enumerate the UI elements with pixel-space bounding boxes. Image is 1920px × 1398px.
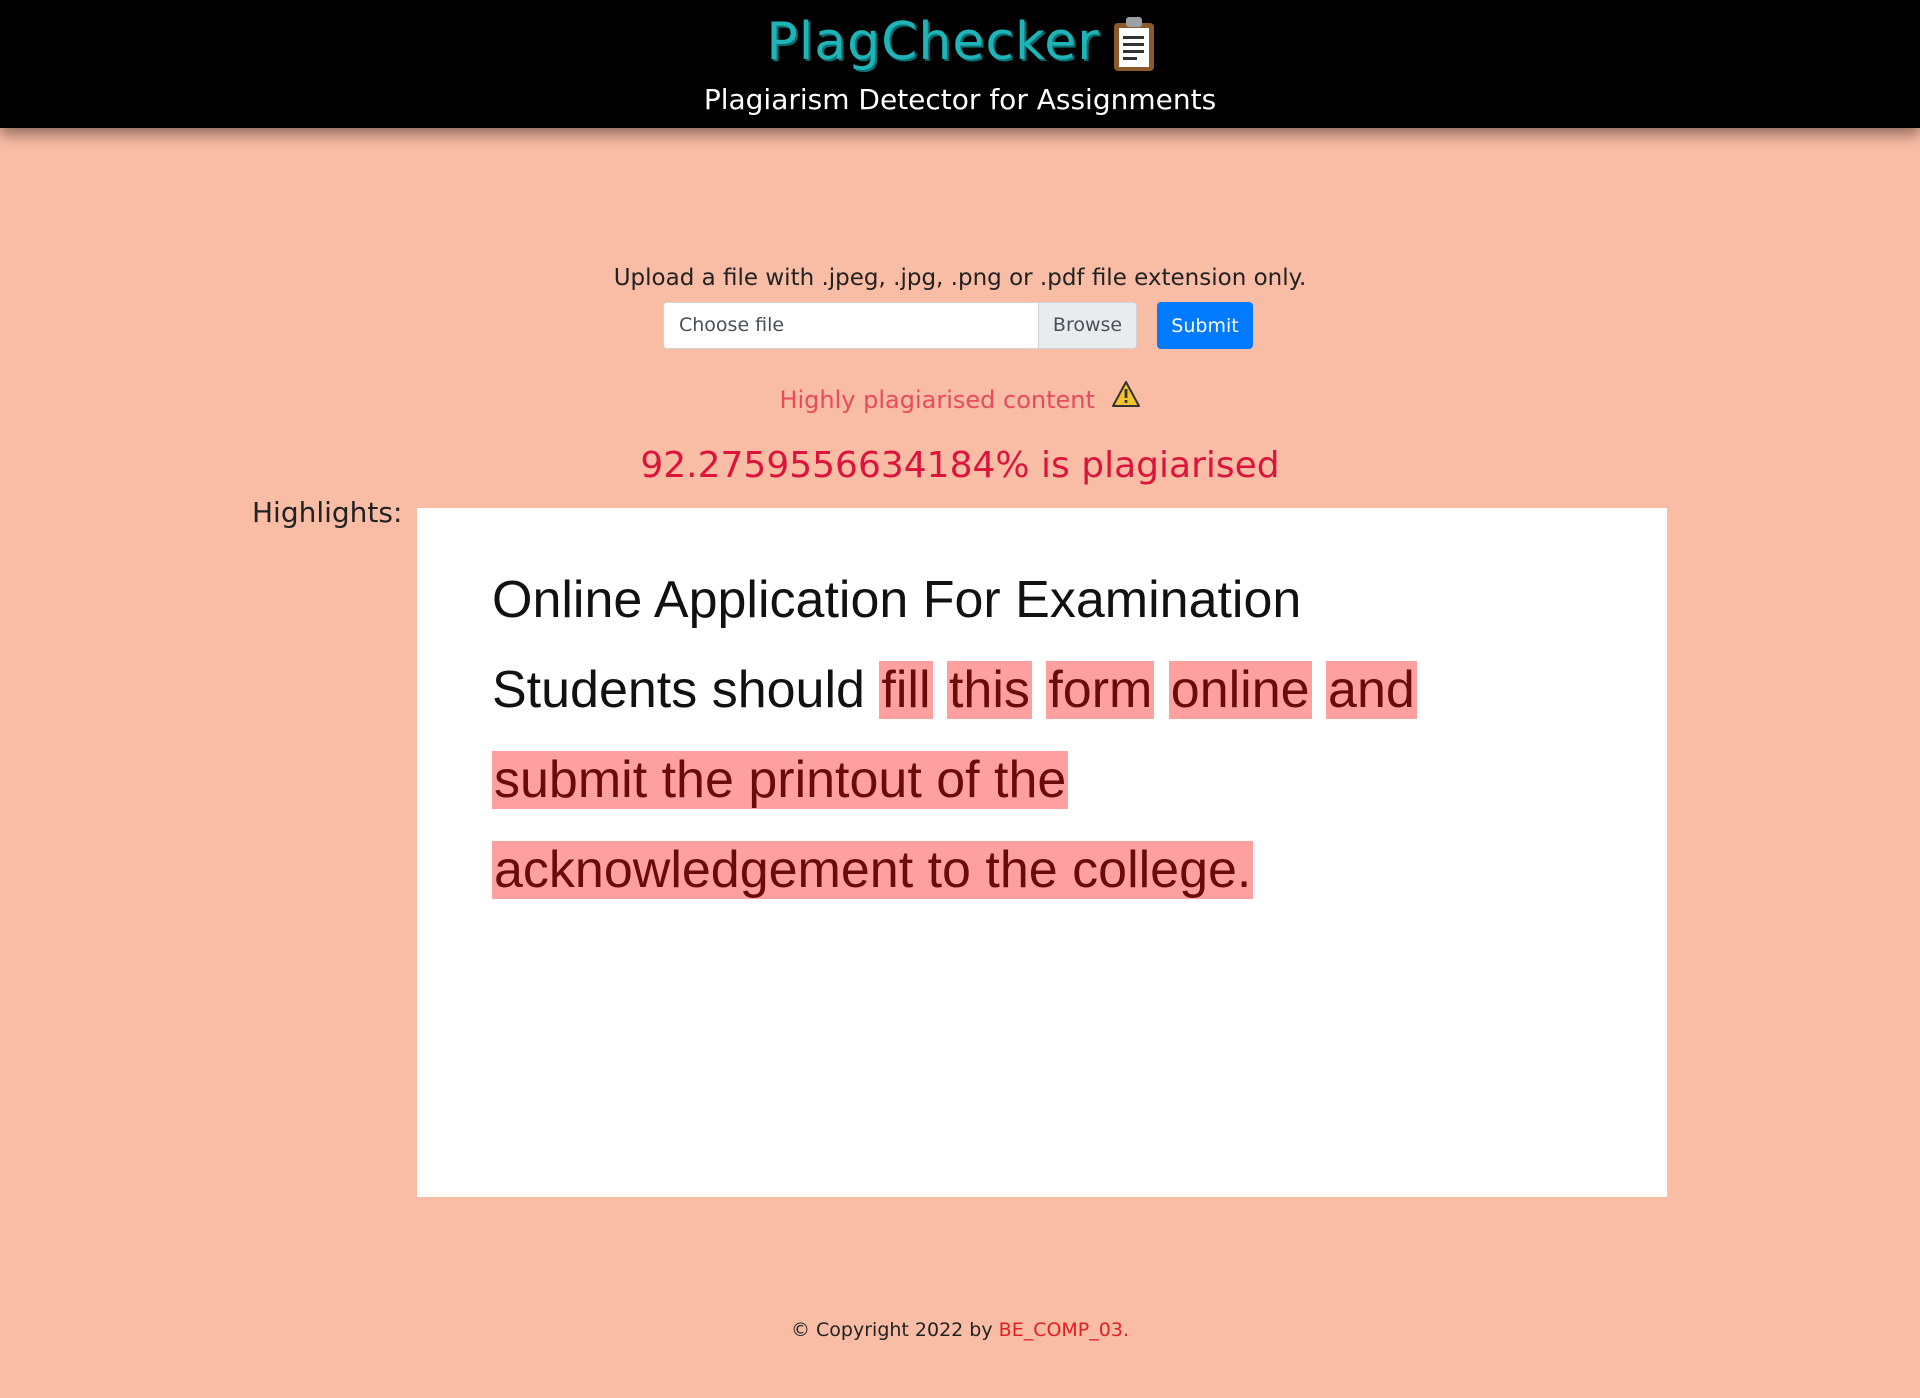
status-text: Highly plagiarised content: [779, 386, 1095, 414]
upload-instructions: Upload a file with .jpeg, .jpg, .png or …: [613, 265, 1307, 291]
submit-button[interactable]: Submit: [1157, 302, 1253, 349]
brand: PlagChecker: [0, 6, 1920, 78]
browse-button[interactable]: Browse: [1038, 303, 1136, 348]
file-input-label[interactable]: Choose file: [664, 303, 1038, 348]
footer-author-link[interactable]: BE_COMP_03.: [999, 1319, 1129, 1341]
brand-name: PlagChecker: [766, 12, 1100, 72]
footer-author[interactable]: BE_COMP_03: [999, 1319, 1123, 1341]
highlighted-word: fill: [879, 661, 933, 719]
highlight-preview: Online Application For Examination Stude…: [417, 508, 1667, 1197]
document-text: Students should: [492, 661, 865, 719]
highlights-label: Highlights:: [252, 496, 403, 529]
file-input[interactable]: Choose file Browse: [663, 302, 1137, 349]
document-line: acknowledgement to the college.: [492, 840, 1254, 900]
highlighted-word: form: [1046, 661, 1155, 719]
highlighted-text: acknowledgement to the college.: [492, 841, 1254, 899]
plagiarism-status: Highly plagiarised content: [0, 381, 1920, 416]
warning-icon: [1111, 380, 1141, 416]
copyright-text: Copyright 2022 by: [816, 1319, 993, 1341]
app-header: PlagChecker Plagiarism Detector for Assi…: [0, 0, 1920, 128]
document-text: Online Application For Examination: [492, 571, 1302, 629]
copyright-icon: ©: [790, 1319, 810, 1341]
highlighted-text: submit the printout of the: [492, 751, 1069, 809]
highlighted-word: online: [1168, 661, 1312, 719]
clipboard-icon: [1113, 17, 1154, 71]
app-tagline: Plagiarism Detector for Assignments: [703, 83, 1217, 116]
document-line: Students should fill this form online an…: [492, 660, 1417, 720]
upload-form: Choose file Browse Submit: [663, 302, 1253, 349]
highlighted-word: and: [1326, 661, 1417, 719]
document-line: Online Application For Examination: [492, 570, 1301, 630]
footer-period: .: [1122, 1319, 1129, 1341]
highlighted-word: this: [946, 661, 1032, 719]
plagiarism-percentage: 92.2759556634184% is plagiarised: [640, 445, 1280, 486]
footer: © Copyright 2022 by BE_COMP_03.: [0, 1316, 1920, 1344]
document-line: submit the printout of the: [492, 750, 1069, 810]
